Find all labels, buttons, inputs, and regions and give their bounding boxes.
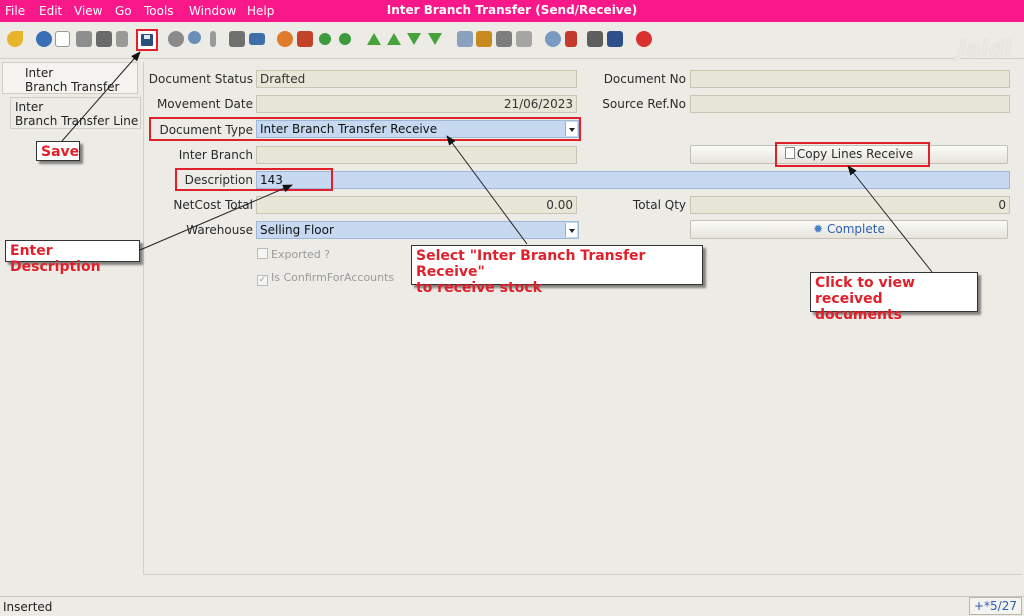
view-received-callout: Click to view received documents [810, 272, 978, 323]
select-receive-line1: Select "Inter Branch Transfer Receive" [416, 248, 646, 280]
status-bar: Inserted +*5/27 [0, 596, 1024, 616]
view-received-line1: Click to view received [815, 275, 915, 307]
status-text: Inserted [3, 600, 53, 614]
document-type-arrow [446, 135, 528, 245]
description-arrow [139, 184, 293, 251]
save-callout: Save [36, 141, 80, 161]
copy-lines-arrow [847, 165, 933, 273]
save-arrow [61, 51, 141, 142]
select-receive-line2: to receive stock [416, 280, 542, 296]
view-received-line2: documents [815, 307, 902, 323]
record-count[interactable]: +*5/27 [968, 597, 1022, 615]
enter-description-callout: Enter Description [5, 240, 140, 275]
select-receive-callout: Select "Inter Branch Transfer Receive" t… [411, 245, 703, 296]
